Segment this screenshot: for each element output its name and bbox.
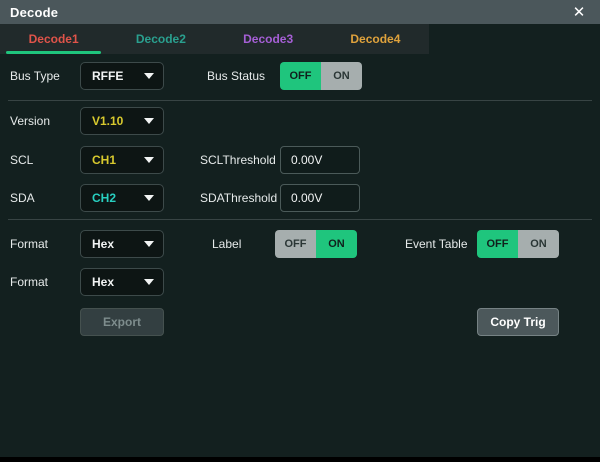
scl-channel-value: CH1 bbox=[92, 153, 144, 167]
bus-type-value: RFFE bbox=[92, 69, 144, 83]
format2-dropdown[interactable]: Hex bbox=[80, 268, 164, 296]
tab-decode2[interactable]: Decode2 bbox=[107, 24, 214, 54]
sda-channel-value: CH2 bbox=[92, 191, 144, 205]
format-dropdown[interactable]: Hex bbox=[80, 230, 164, 258]
bus-type-label: Bus Type bbox=[10, 62, 60, 90]
copy-trig-button[interactable]: Copy Trig bbox=[477, 308, 559, 336]
chevron-down-icon bbox=[144, 241, 154, 247]
tab-bar: Decode1 Decode2 Decode3 Decode4 bbox=[0, 24, 429, 54]
divider bbox=[8, 219, 592, 220]
version-label: Version bbox=[10, 107, 50, 135]
decode-dialog: Decode ✕ Decode1 Decode2 Decode3 Decode4… bbox=[0, 0, 600, 462]
chevron-down-icon bbox=[144, 118, 154, 124]
bus-status-toggle[interactable]: OFF ON bbox=[280, 62, 362, 90]
tab-label: Decode3 bbox=[243, 32, 293, 46]
label-toggle[interactable]: OFF ON bbox=[275, 230, 357, 258]
chevron-down-icon bbox=[144, 279, 154, 285]
tab-label: Decode1 bbox=[29, 32, 79, 46]
event-table-toggle[interactable]: OFF ON bbox=[477, 230, 559, 258]
tab-label: Decode2 bbox=[136, 32, 186, 46]
title-bar: Decode ✕ bbox=[0, 0, 600, 24]
toggle-on-segment[interactable]: ON bbox=[321, 62, 362, 90]
bottom-bar bbox=[0, 457, 600, 462]
tab-decode1[interactable]: Decode1 bbox=[0, 24, 107, 54]
scl-channel-dropdown[interactable]: CH1 bbox=[80, 146, 164, 174]
tab-decode3[interactable]: Decode3 bbox=[215, 24, 322, 54]
bus-type-dropdown[interactable]: RFFE bbox=[80, 62, 164, 90]
scl-threshold-input[interactable] bbox=[280, 146, 360, 174]
active-tab-underline bbox=[6, 51, 101, 54]
toggle-on-segment[interactable]: ON bbox=[518, 230, 559, 258]
format-value: Hex bbox=[92, 237, 144, 251]
close-icon[interactable]: ✕ bbox=[566, 0, 592, 24]
bus-status-label: Bus Status bbox=[207, 62, 265, 90]
scl-threshold-label: SCLThreshold bbox=[200, 146, 276, 174]
format2-label: Format bbox=[10, 268, 48, 296]
divider bbox=[8, 100, 592, 101]
version-value: V1.10 bbox=[92, 114, 144, 128]
chevron-down-icon bbox=[144, 157, 154, 163]
chevron-down-icon bbox=[144, 195, 154, 201]
tab-decode4[interactable]: Decode4 bbox=[322, 24, 429, 54]
sda-channel-dropdown[interactable]: CH2 bbox=[80, 184, 164, 212]
toggle-off-segment[interactable]: OFF bbox=[477, 230, 518, 258]
scl-label: SCL bbox=[10, 146, 33, 174]
toggle-off-segment[interactable]: OFF bbox=[280, 62, 321, 90]
format-label: Format bbox=[10, 230, 48, 258]
sda-threshold-input[interactable] bbox=[280, 184, 360, 212]
format2-value: Hex bbox=[92, 275, 144, 289]
sda-label: SDA bbox=[10, 184, 35, 212]
page-title: Decode bbox=[10, 5, 58, 20]
tab-label: Decode4 bbox=[350, 32, 400, 46]
version-dropdown[interactable]: V1.10 bbox=[80, 107, 164, 135]
label-display-label: Label bbox=[212, 230, 241, 258]
sda-threshold-label: SDAThreshold bbox=[200, 184, 277, 212]
toggle-off-segment[interactable]: OFF bbox=[275, 230, 316, 258]
toggle-on-segment[interactable]: ON bbox=[316, 230, 357, 258]
chevron-down-icon bbox=[144, 73, 154, 79]
export-button[interactable]: Export bbox=[80, 308, 164, 336]
event-table-label: Event Table bbox=[405, 230, 468, 258]
